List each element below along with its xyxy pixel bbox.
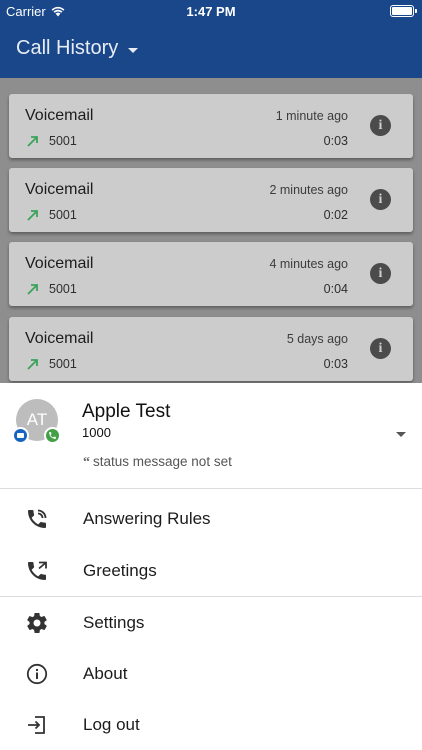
outgoing-call-arrow-icon	[27, 136, 38, 147]
chevron-down-icon[interactable]	[396, 432, 406, 437]
menu-item-answering-rules[interactable]: Answering Rules	[0, 494, 422, 544]
call-name: Voicemail	[25, 255, 94, 272]
app-bar: Call History	[0, 22, 422, 78]
call-name: Voicemail	[25, 107, 94, 124]
call-time: 5 days ago	[286, 332, 348, 346]
status-message[interactable]: “status message not set	[83, 454, 232, 471]
menu-item-settings[interactable]: Settings	[0, 598, 422, 648]
call-number: 5001	[49, 208, 77, 222]
call-list-item[interactable]: Voicemail 2 minutes ago 5001 0:02 i	[9, 168, 413, 232]
phone-status-icon	[44, 427, 61, 444]
logout-icon	[28, 716, 45, 734]
account-drawer: AT Apple Test 1000 “status message not s…	[0, 383, 422, 750]
user-name: Apple Test	[82, 401, 171, 422]
call-name: Voicemail	[25, 330, 94, 347]
menu-item-log-out[interactable]: Log out	[0, 700, 422, 750]
chat-status-icon	[12, 427, 29, 444]
call-time: 4 minutes ago	[269, 257, 348, 271]
menu-item-label: Answering Rules	[83, 509, 211, 528]
call-name: Voicemail	[25, 181, 94, 198]
info-icon[interactable]: i	[370, 263, 391, 284]
call-duration: 0:03	[323, 357, 348, 371]
outgoing-call-arrow-icon	[27, 210, 38, 221]
menu-item-label: Log out	[83, 715, 140, 734]
menu-item-label: Settings	[83, 613, 145, 632]
page-title: Call History	[16, 37, 119, 59]
menu-item-about[interactable]: About	[0, 649, 422, 699]
call-number: 5001	[49, 282, 77, 296]
menu-item-label: Greetings	[83, 561, 157, 580]
status-bar: Carrier 1:47 PM	[0, 0, 422, 22]
call-list-item[interactable]: Voicemail 1 minute ago 5001 0:03 i	[9, 94, 413, 158]
call-history-list: Voicemail 1 minute ago 5001 0:03 i Voice…	[0, 78, 422, 383]
status-message-text: status message not set	[93, 454, 232, 469]
call-duration: 0:02	[323, 208, 348, 222]
call-list-item[interactable]: Voicemail 4 minutes ago 5001 0:04 i	[9, 242, 413, 306]
call-history-dropdown[interactable]: Call History	[16, 37, 139, 60]
clock: 1:47 PM	[186, 4, 236, 19]
call-time: 2 minutes ago	[269, 183, 348, 197]
outgoing-call-arrow-icon	[27, 359, 38, 370]
info-icon[interactable]: i	[370, 115, 391, 136]
quote-icon: “	[83, 455, 90, 470]
call-duration: 0:04	[323, 282, 348, 296]
call-number: 5001	[49, 134, 77, 148]
call-number: 5001	[49, 357, 77, 371]
user-extension: 1000	[82, 425, 111, 440]
gear-icon	[27, 613, 47, 634]
menu-item-label: About	[83, 664, 128, 683]
info-icon[interactable]: i	[370, 338, 391, 359]
divider	[0, 596, 422, 597]
user-profile: AT Apple Test 1000 “status message not s…	[0, 383, 422, 488]
outgoing-call-arrow-icon	[27, 284, 38, 295]
answering-rules-icon	[28, 509, 47, 528]
call-list-item[interactable]: Voicemail 5 days ago 5001 0:03 i	[9, 317, 413, 381]
greetings-icon	[28, 561, 47, 580]
divider	[0, 488, 422, 489]
menu-item-greetings[interactable]: Greetings	[0, 546, 422, 596]
battery-icon	[390, 5, 417, 17]
chevron-down-icon	[128, 47, 139, 53]
call-duration: 0:03	[323, 134, 348, 148]
info-icon	[26, 663, 48, 685]
info-icon[interactable]: i	[370, 189, 391, 210]
call-time: 1 minute ago	[275, 109, 348, 123]
